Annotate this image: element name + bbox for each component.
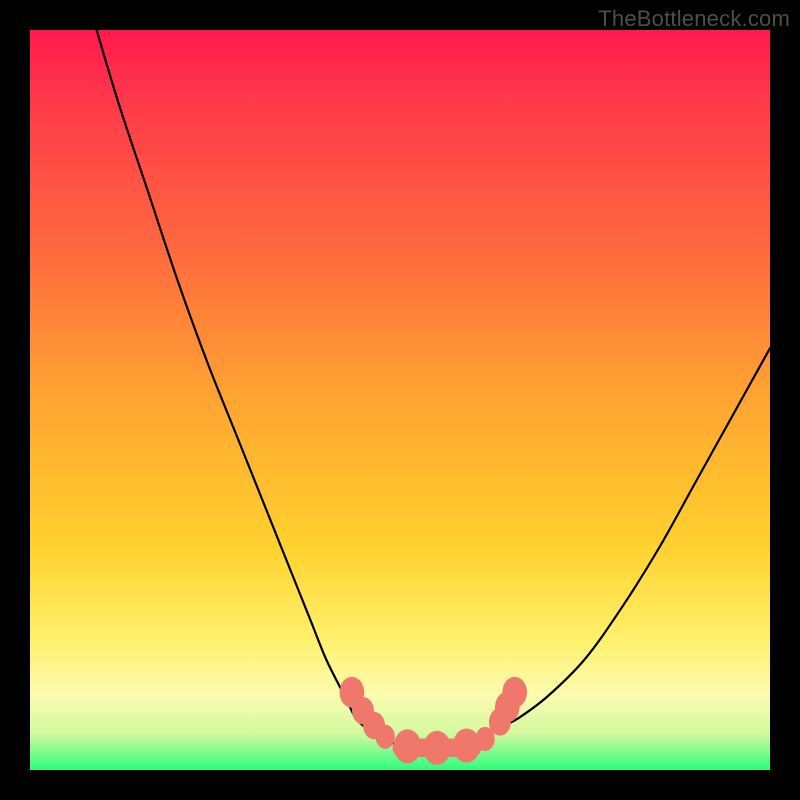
outer-frame: TheBottleneck.com	[0, 0, 800, 800]
curve-left-branch	[97, 30, 363, 726]
curve-right-branch	[504, 348, 770, 725]
marker-point	[453, 729, 480, 763]
curve-svg	[30, 30, 770, 770]
marker-point	[376, 725, 395, 749]
marker-point	[394, 729, 421, 763]
marker-point	[502, 677, 527, 708]
watermark-text: TheBottleneck.com	[598, 6, 790, 32]
curve-paths	[97, 30, 770, 749]
marker-point	[423, 731, 450, 765]
plot-area	[30, 30, 770, 770]
marker-group	[340, 677, 527, 765]
